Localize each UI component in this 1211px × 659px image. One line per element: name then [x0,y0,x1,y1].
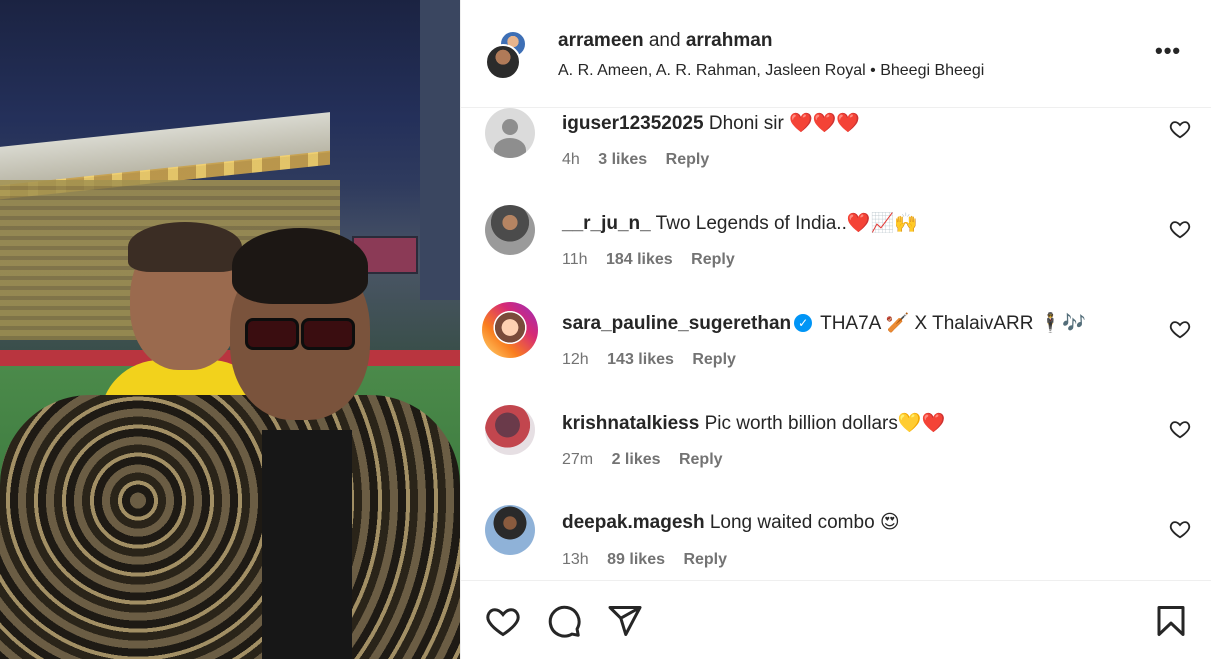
comment-icon[interactable] [546,603,582,639]
floodlight-tower [420,0,460,300]
comment-username[interactable]: deepak.magesh [562,512,705,533]
like-icon[interactable] [485,603,521,639]
like-comment-heart-icon[interactable] [1169,418,1191,440]
comment-username[interactable]: __r_ju_n_ [562,213,651,234]
avatar[interactable] [485,505,535,555]
comment-item: iguser12352025 Dhoni sir ❤️❤️❤️ 4h 3 lik… [461,108,1211,208]
comment-body: krishnatalkiess Pic worth billion dollar… [562,411,945,435]
sunglasses [245,318,355,350]
comment-item: deepak.magesh Long waited combo 😍 13h 89… [461,505,1211,580]
comment-body: deepak.magesh Long waited combo 😍 [562,511,900,534]
audio-attribution[interactable]: A. R. Ameen, A. R. Rahman, Jasleen Royal… [558,62,984,80]
black-shirt [262,430,352,659]
comment-likes[interactable]: 184 likes [606,251,673,268]
comment-meta: 4h 3 likes Reply [562,151,723,169]
owner-username[interactable]: arrahman [686,30,773,51]
reply-button[interactable]: Reply [691,251,735,268]
like-comment-heart-icon[interactable] [1169,118,1191,140]
comment-time[interactable]: 27m [562,451,593,468]
comment-meta: 13h 89 likes Reply [562,551,741,569]
comment-meta: 11h 184 likes Reply [562,251,749,269]
avatar[interactable] [485,205,535,255]
comment-item: krishnatalkiess Pic worth billion dollar… [461,405,1211,508]
save-icon[interactable] [1153,603,1189,639]
collab-avatars[interactable] [485,30,531,82]
comment-body: sara_pauline_sugerethan ✓ THA7A 🏏 X Thala… [562,311,1086,335]
share-icon[interactable] [607,603,643,639]
comment-item: sara_pauline_sugerethan ✓ THA7A 🏏 X Thala… [461,305,1211,408]
reply-button[interactable]: Reply [679,451,723,468]
comment-time[interactable]: 12h [562,351,589,368]
verified-badge-icon: ✓ [794,314,813,332]
comment-text: Dhoni sir ❤️❤️❤️ [708,113,861,134]
reply-button[interactable]: Reply [683,551,727,568]
owner-username[interactable]: arrameen [558,30,644,51]
like-comment-heart-icon[interactable] [1169,518,1191,540]
comment-likes[interactable]: 89 likes [607,551,665,568]
comment-time[interactable]: 11h [562,251,588,268]
post-action-bar [461,580,1211,659]
post-owners: arrameen and arrahman [558,30,772,52]
comment-time[interactable]: 13h [562,551,589,568]
comment-likes[interactable]: 2 likes [612,451,661,468]
avatar [485,44,521,80]
comment-time[interactable]: 4h [562,151,580,168]
comment-username[interactable]: krishnatalkiess [562,413,699,434]
owner-joiner: and [648,30,681,51]
comments-list[interactable]: iguser12352025 Dhoni sir ❤️❤️❤️ 4h 3 lik… [461,108,1211,580]
comment-item: __r_ju_n_ Two Legends of India..❤️📈🙌 11h… [461,205,1211,308]
like-comment-heart-icon[interactable] [1169,318,1191,340]
person-hair [232,228,368,304]
reply-button[interactable]: Reply [692,351,736,368]
comment-body: iguser12352025 Dhoni sir ❤️❤️❤️ [562,111,860,135]
comment-meta: 12h 143 likes Reply [562,351,750,369]
comment-likes[interactable]: 3 likes [598,151,647,168]
comment-body: __r_ju_n_ Two Legends of India..❤️📈🙌 [562,211,918,235]
more-options-icon[interactable]: ••• [1155,38,1181,64]
comment-text: Two Legends of India..❤️📈🙌 [655,213,918,234]
like-comment-heart-icon[interactable] [1169,218,1191,240]
post-photo[interactable] [0,0,460,659]
person-paisley-jacket [0,395,460,659]
comment-text: Pic worth billion dollars💛❤️ [704,413,946,434]
reply-button[interactable]: Reply [666,151,710,168]
default-avatar-icon[interactable] [485,108,535,158]
comment-text: Long waited combo 😍 [709,512,900,533]
comment-username[interactable]: iguser12352025 [562,113,704,134]
comment-meta: 27m 2 likes Reply [562,451,737,469]
comment-likes[interactable]: 143 likes [607,351,674,368]
avatar[interactable] [482,302,538,358]
post-details-panel: arrameen and arrahman A. R. Ameen, A. R.… [460,0,1211,659]
comment-username[interactable]: sara_pauline_sugerethan [562,313,791,334]
post-header: arrameen and arrahman A. R. Ameen, A. R.… [461,0,1211,108]
comment-text: THA7A 🏏 X ThalaivARR 🕴️🎶 [820,313,1087,334]
avatar[interactable] [485,405,535,455]
person-hair [128,222,242,272]
